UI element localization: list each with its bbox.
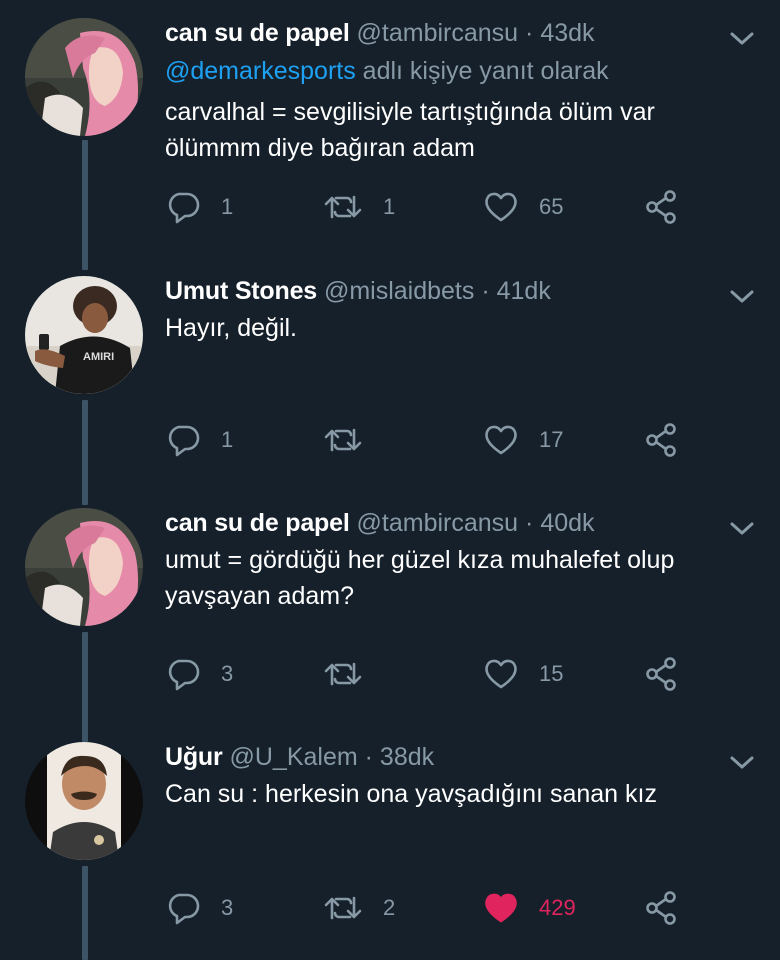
share-icon: [646, 891, 676, 925]
reply-icon: [168, 425, 200, 457]
retweet-button[interactable]: 2: [323, 888, 395, 928]
reply-button[interactable]: 1: [165, 420, 233, 460]
share-button[interactable]: [643, 420, 679, 460]
share-icon: [646, 657, 676, 691]
tweet-header: Umut Stones @mislaidbets · 41dk: [165, 276, 551, 306]
retweet-icon: [324, 428, 362, 452]
like-count: 15: [539, 661, 564, 686]
heart-icon: [485, 425, 517, 455]
retweet-button[interactable]: [323, 420, 383, 460]
chevron-down-icon[interactable]: [728, 752, 756, 772]
avatar[interactable]: [25, 18, 143, 136]
reply-count: 3: [221, 895, 234, 920]
reply-button[interactable]: 1: [165, 187, 233, 227]
username[interactable]: @tambircansu: [357, 19, 519, 47]
retweet-icon: [324, 896, 362, 920]
display-name[interactable]: Uğur: [165, 743, 223, 771]
retweet-icon: [324, 195, 362, 219]
username[interactable]: @mislaidbets: [324, 277, 474, 305]
like-count: 17: [539, 427, 564, 452]
heart-icon: [485, 659, 517, 689]
avatar[interactable]: [25, 742, 143, 860]
separator-dot: ·: [525, 509, 534, 537]
retweet-button[interactable]: [323, 654, 383, 694]
heart-icon: [485, 893, 517, 923]
tweet-text: carvalhal = sevgilisiyle tartıştığında ö…: [165, 94, 655, 166]
separator-dot: ·: [525, 19, 534, 47]
reply-count: 3: [221, 661, 234, 686]
timestamp[interactable]: 38dk: [380, 743, 434, 771]
tweet-text: umut = gördüğü her güzel kıza muhalefet …: [165, 542, 674, 614]
username[interactable]: @tambircansu: [357, 509, 519, 537]
tweet-text-line: Hayır, değil.: [165, 314, 298, 342]
timestamp[interactable]: 43dk: [540, 19, 594, 47]
share-button[interactable]: [643, 654, 679, 694]
reply-count: 1: [221, 194, 234, 219]
reply-button[interactable]: 3: [165, 654, 233, 694]
reply-count: 1: [221, 427, 234, 452]
tweet-text-line: Can su : herkesin ona yavşadığını sanan …: [165, 780, 657, 808]
chevron-down-icon[interactable]: [728, 518, 756, 538]
action-bar: 3 2 429: [165, 888, 705, 928]
username[interactable]: @U_Kalem: [229, 743, 357, 771]
display-name[interactable]: Umut Stones: [165, 277, 317, 305]
avatar[interactable]: AMIRI: [25, 276, 143, 394]
display-name[interactable]: can su de papel: [165, 19, 350, 47]
like-button[interactable]: 65: [483, 187, 563, 227]
like-button[interactable]: 15: [483, 654, 563, 694]
chevron-down-icon[interactable]: [728, 286, 756, 306]
like-count: 429: [539, 895, 576, 920]
tweet-text: Hayır, değil.: [165, 310, 297, 346]
timestamp[interactable]: 41dk: [497, 277, 551, 305]
retweet-button[interactable]: 1: [323, 187, 395, 227]
separator-dot: ·: [364, 743, 373, 771]
avatar[interactable]: [25, 508, 143, 626]
reply-icon: [168, 192, 200, 224]
share-icon: [646, 423, 676, 457]
svg-text:AMIRI: AMIRI: [83, 351, 114, 363]
tweet-header: can su de papel @tambircansu · 40dk: [165, 508, 595, 538]
action-bar: 3 15: [165, 654, 705, 694]
share-icon: [646, 190, 676, 224]
action-bar: 1 17: [165, 420, 705, 460]
tweet-text-line: yavşayan adam?: [165, 582, 355, 610]
thread-line: [82, 140, 88, 270]
reply-icon: [168, 893, 200, 925]
thread-line: [82, 400, 88, 505]
share-button[interactable]: [643, 187, 679, 227]
reply-icon: [168, 659, 200, 691]
tweet-text-line: ölümmm diye bağıran adam: [165, 134, 475, 162]
retweet-count: 1: [383, 194, 396, 219]
tweet-text-line: umut = gördüğü her güzel kıza muhalefet …: [165, 546, 675, 574]
thread-line: [82, 866, 88, 960]
display-name[interactable]: can su de papel: [165, 509, 350, 537]
reply-button[interactable]: 3: [165, 888, 233, 928]
like-count: 65: [539, 194, 564, 219]
timestamp[interactable]: 40dk: [540, 509, 594, 537]
mention-link[interactable]: @demarkesports: [165, 57, 356, 85]
retweet-icon: [324, 662, 362, 686]
thread-line: [82, 632, 88, 742]
tweet-text: Can su : herkesin ona yavşadığını sanan …: [165, 776, 657, 812]
reply-context-label: adlı kişiye yanıt olarak: [355, 57, 609, 85]
retweet-count: 2: [383, 895, 396, 920]
tweet-text-line: carvalhal = sevgilisiyle tartıştığında ö…: [165, 98, 655, 126]
separator-dot: ·: [481, 277, 490, 305]
action-bar: 1 1 65: [165, 187, 705, 227]
like-button[interactable]: 17: [483, 420, 563, 460]
reply-context: @demarkesports adlı kişiye yanıt olarak: [165, 56, 609, 86]
chevron-down-icon[interactable]: [728, 28, 756, 48]
like-button[interactable]: 429: [483, 888, 576, 928]
tweet-header: can su de papel @tambircansu · 43dk: [165, 18, 595, 48]
heart-icon: [485, 192, 517, 222]
share-button[interactable]: [643, 888, 679, 928]
tweet-header: Uğur @U_Kalem · 38dk: [165, 742, 434, 772]
